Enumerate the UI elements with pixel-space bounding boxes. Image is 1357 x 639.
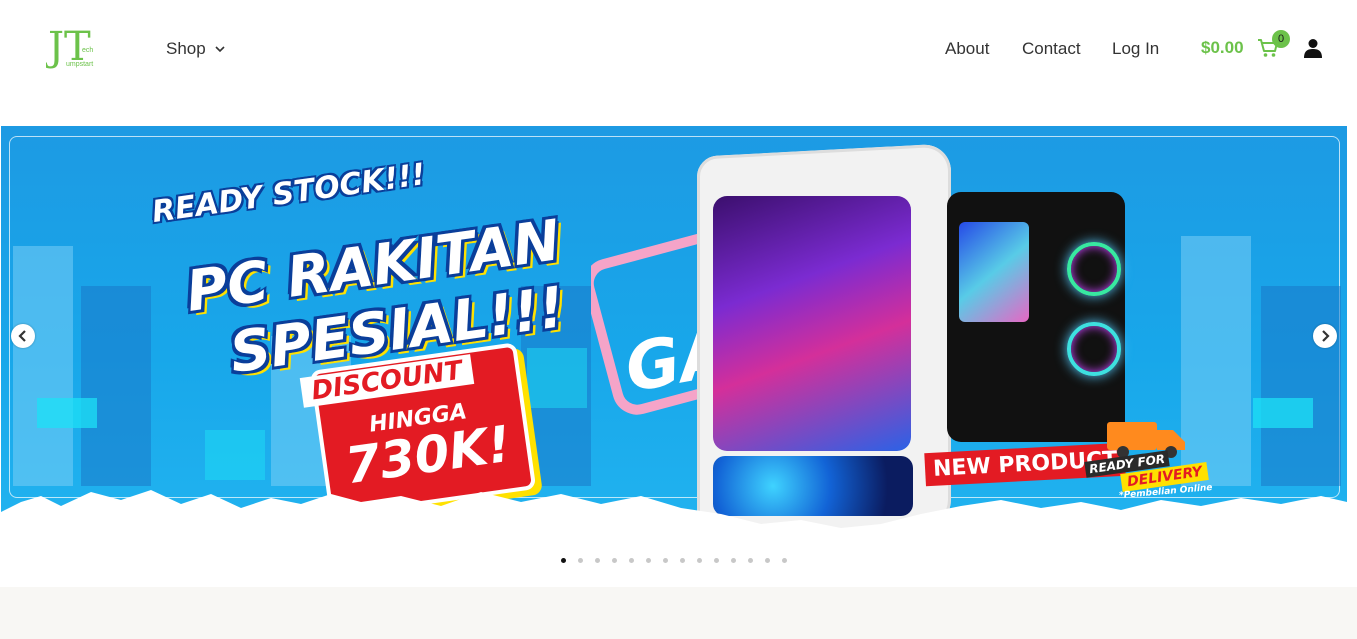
skyline-building (1181, 236, 1251, 486)
cart-count-badge: 0 (1272, 30, 1290, 48)
carousel-dot[interactable] (748, 558, 753, 563)
nav-shop-label: Shop (166, 39, 206, 58)
site-logo[interactable]: JT ech umpstart (46, 22, 108, 70)
carousel-dot[interactable] (595, 558, 600, 563)
carousel-dot[interactable] (578, 558, 583, 563)
torn-paper-edge (1, 490, 1347, 546)
carousel-dot[interactable] (765, 558, 770, 563)
hero-carousel[interactable]: READY STOCK!!! PC RAKITAN SPESIAL!!! DIS… (1, 126, 1347, 546)
carousel-dot[interactable] (646, 558, 651, 563)
site-header: JT ech umpstart Shop About Contact Log I… (0, 0, 1357, 100)
skyline-light (37, 398, 97, 428)
carousel-pagination (561, 558, 799, 563)
pc-interior-black (959, 222, 1029, 322)
nav-contact[interactable]: Contact (1022, 38, 1081, 60)
next-section (0, 587, 1357, 639)
carousel-next-button[interactable] (1313, 324, 1337, 348)
skyline-light (527, 348, 587, 408)
user-icon[interactable] (1303, 38, 1323, 58)
carousel-dot[interactable] (629, 558, 634, 563)
fan-rgb (1067, 242, 1121, 296)
carousel-dot[interactable] (561, 558, 566, 563)
logo-tagline-1: ech (82, 47, 93, 54)
skyline-light (205, 430, 265, 480)
carousel-dot[interactable] (663, 558, 668, 563)
carousel-dot[interactable] (612, 558, 617, 563)
carousel-prev-button[interactable] (11, 324, 35, 348)
carousel-dot[interactable] (714, 558, 719, 563)
carousel-dot[interactable] (697, 558, 702, 563)
carousel-dot[interactable] (731, 558, 736, 563)
chevron-left-icon (18, 330, 26, 342)
carousel-dot[interactable] (680, 558, 685, 563)
chevron-down-icon (215, 45, 225, 52)
skyline-building (81, 286, 151, 486)
skyline-light (1253, 398, 1313, 428)
nav-shop[interactable]: Shop (166, 38, 225, 60)
skyline-building (13, 246, 73, 486)
fan-rgb (1067, 322, 1121, 376)
pc-case-glass (713, 196, 911, 451)
logo-tagline-2: umpstart (66, 61, 93, 68)
carousel-dot[interactable] (782, 558, 787, 563)
cart-total[interactable]: $0.00 (1201, 37, 1244, 59)
nav-login[interactable]: Log In (1112, 38, 1159, 60)
skyline-building (1261, 286, 1341, 486)
nav-about[interactable]: About (945, 38, 989, 60)
chevron-right-icon (1322, 330, 1330, 342)
